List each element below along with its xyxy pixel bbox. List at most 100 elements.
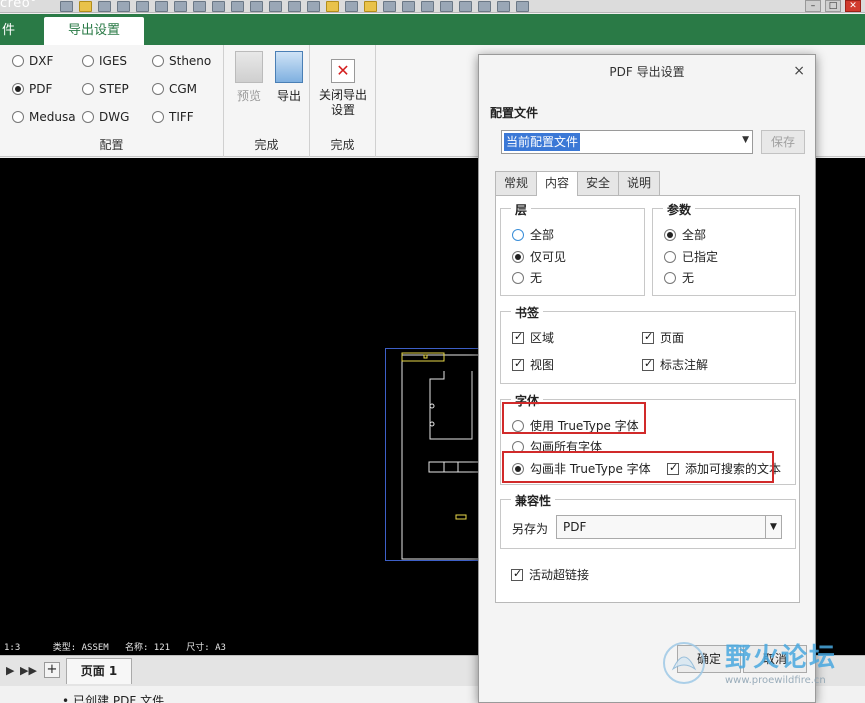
measure-icon[interactable] (383, 1, 396, 12)
params-option-specified[interactable]: 已指定 (664, 248, 718, 265)
format-tiff[interactable]: TIFF (152, 110, 194, 124)
tab-content[interactable]: 内容 (536, 171, 579, 196)
undo-icon[interactable] (193, 1, 206, 12)
maximize-icon[interactable]: □ (825, 0, 841, 12)
save-icon[interactable] (98, 1, 111, 12)
radio-stheno[interactable] (152, 55, 164, 67)
dialog-close-icon[interactable]: × (793, 63, 805, 79)
radio-params-specified[interactable] (664, 250, 676, 263)
chevron-down-icon[interactable]: ▼ (742, 135, 749, 145)
close-window-icon[interactable] (174, 1, 187, 12)
axis-icon[interactable] (478, 1, 491, 12)
smiley-icon[interactable] (326, 1, 339, 12)
export-button[interactable]: 导出 (272, 51, 306, 104)
point-icon[interactable] (497, 1, 510, 12)
radio-layers-none[interactable] (512, 271, 524, 284)
cancel-button[interactable]: 取消 (743, 645, 807, 673)
checkbox-area[interactable] (512, 330, 524, 344)
layer-icon[interactable] (307, 1, 320, 12)
saveas-chevron-down-icon[interactable]: ▼ (765, 516, 781, 538)
bookmark-area[interactable]: 区域 (512, 329, 554, 346)
checkbox-view[interactable] (512, 357, 524, 371)
table-icon[interactable] (345, 1, 358, 12)
format-medusa[interactable]: Medusa (12, 110, 76, 124)
save-button[interactable]: 保存 (761, 130, 805, 154)
ok-button[interactable]: 确定 (677, 645, 741, 673)
tab-file[interactable]: 件 (0, 17, 20, 45)
tab-description[interactable]: 说明 (618, 171, 661, 195)
plane-icon[interactable] (459, 1, 472, 12)
view-icon[interactable] (269, 1, 282, 12)
settings-icon[interactable] (364, 1, 377, 12)
checkbox-page[interactable] (642, 330, 654, 344)
saveas-select[interactable]: PDF ▼ (556, 515, 782, 539)
bookmark-annotation[interactable]: 标志注解 (642, 356, 708, 373)
open-file-icon[interactable] (79, 1, 92, 12)
radio-params-all[interactable] (664, 228, 676, 241)
csys-icon[interactable] (516, 1, 529, 12)
radio-params-none[interactable] (664, 271, 676, 284)
layers-option-all[interactable]: 全部 (512, 226, 554, 243)
group-label-finish: 完成 (254, 138, 279, 152)
window-icon[interactable] (155, 1, 168, 12)
tab-export-settings[interactable]: 导出设置 (44, 17, 144, 45)
page-prev-icon[interactable]: ▶ (6, 664, 14, 677)
text-icon[interactable] (231, 1, 244, 12)
tab-general[interactable]: 常规 (495, 171, 538, 195)
radio-iges[interactable] (82, 55, 94, 67)
format-iges[interactable]: IGES (82, 54, 127, 68)
params-option-all[interactable]: 全部 (664, 226, 706, 243)
radio-dwg[interactable] (82, 111, 94, 123)
minimize-icon[interactable]: – (805, 0, 821, 12)
params-group: 参数 全部 已指定 无 (652, 201, 796, 296)
new-file-icon[interactable] (60, 1, 73, 12)
layers-title: 层 (511, 201, 532, 218)
saveas-label: 另存为 (512, 522, 549, 536)
drawing-sheet (385, 348, 487, 561)
close-export-settings-button[interactable]: ✕ 关闭导出 设置 (314, 59, 372, 117)
config-group: DXF IGES Stheno PDF STEP CGM Medusa DWG … (0, 45, 224, 157)
radio-layers-all[interactable] (512, 228, 524, 241)
format-step[interactable]: STEP (82, 82, 129, 96)
quick-access-toolbar: creo° – □ ✕ (0, 0, 865, 13)
print-icon[interactable] (117, 1, 130, 12)
radio-layers-visible[interactable] (512, 250, 524, 263)
select-icon[interactable] (250, 1, 263, 12)
layers-option-visible[interactable]: 仅可见 (512, 248, 566, 265)
group-label-finish-2: 完成 (330, 138, 355, 152)
radio-dxf[interactable] (12, 55, 24, 67)
page-last-icon[interactable]: ▶▶ (20, 664, 37, 677)
format-pdf[interactable]: PDF (12, 82, 52, 96)
config-file-value: 当前配置文件 (504, 133, 581, 151)
radio-medusa[interactable] (12, 111, 24, 123)
preview-button[interactable]: 预览 (232, 51, 266, 104)
config-file-select[interactable]: 当前配置文件 ▼ (501, 130, 753, 154)
tab-page-1[interactable]: 页面 1 (66, 658, 132, 684)
zoom-icon[interactable] (421, 1, 434, 12)
redo-icon[interactable] (212, 1, 225, 12)
format-cgm[interactable]: CGM (152, 82, 197, 96)
format-dwg[interactable]: DWG (82, 110, 129, 124)
active-hyperlinks-option[interactable]: 活动超链接 (511, 566, 589, 583)
close-app-icon[interactable]: ✕ (845, 0, 861, 12)
radio-pdf[interactable] (12, 83, 24, 95)
radio-tiff[interactable] (152, 111, 164, 123)
bookmark-page[interactable]: 页面 (642, 329, 684, 346)
radio-step[interactable] (82, 83, 94, 95)
tab-security[interactable]: 安全 (577, 171, 620, 195)
checkbox-active-hyperlinks[interactable] (511, 567, 523, 581)
layers-option-none[interactable]: 无 (512, 269, 542, 286)
edit-icon[interactable] (288, 1, 301, 12)
radio-cgm[interactable] (152, 83, 164, 95)
add-page-button[interactable]: + (44, 662, 60, 678)
params-option-none[interactable]: 无 (664, 269, 694, 286)
format-stheno[interactable]: Stheno (152, 54, 211, 68)
params-title: 参数 (663, 201, 696, 218)
checkbox-annotation[interactable] (642, 357, 654, 371)
spin-icon[interactable] (402, 1, 415, 12)
bookmark-view[interactable]: 视图 (512, 356, 554, 373)
format-dxf[interactable]: DXF (12, 54, 53, 68)
datum-icon[interactable] (440, 1, 453, 12)
regenerate-icon[interactable] (136, 1, 149, 12)
drawing-geometry (401, 352, 487, 560)
